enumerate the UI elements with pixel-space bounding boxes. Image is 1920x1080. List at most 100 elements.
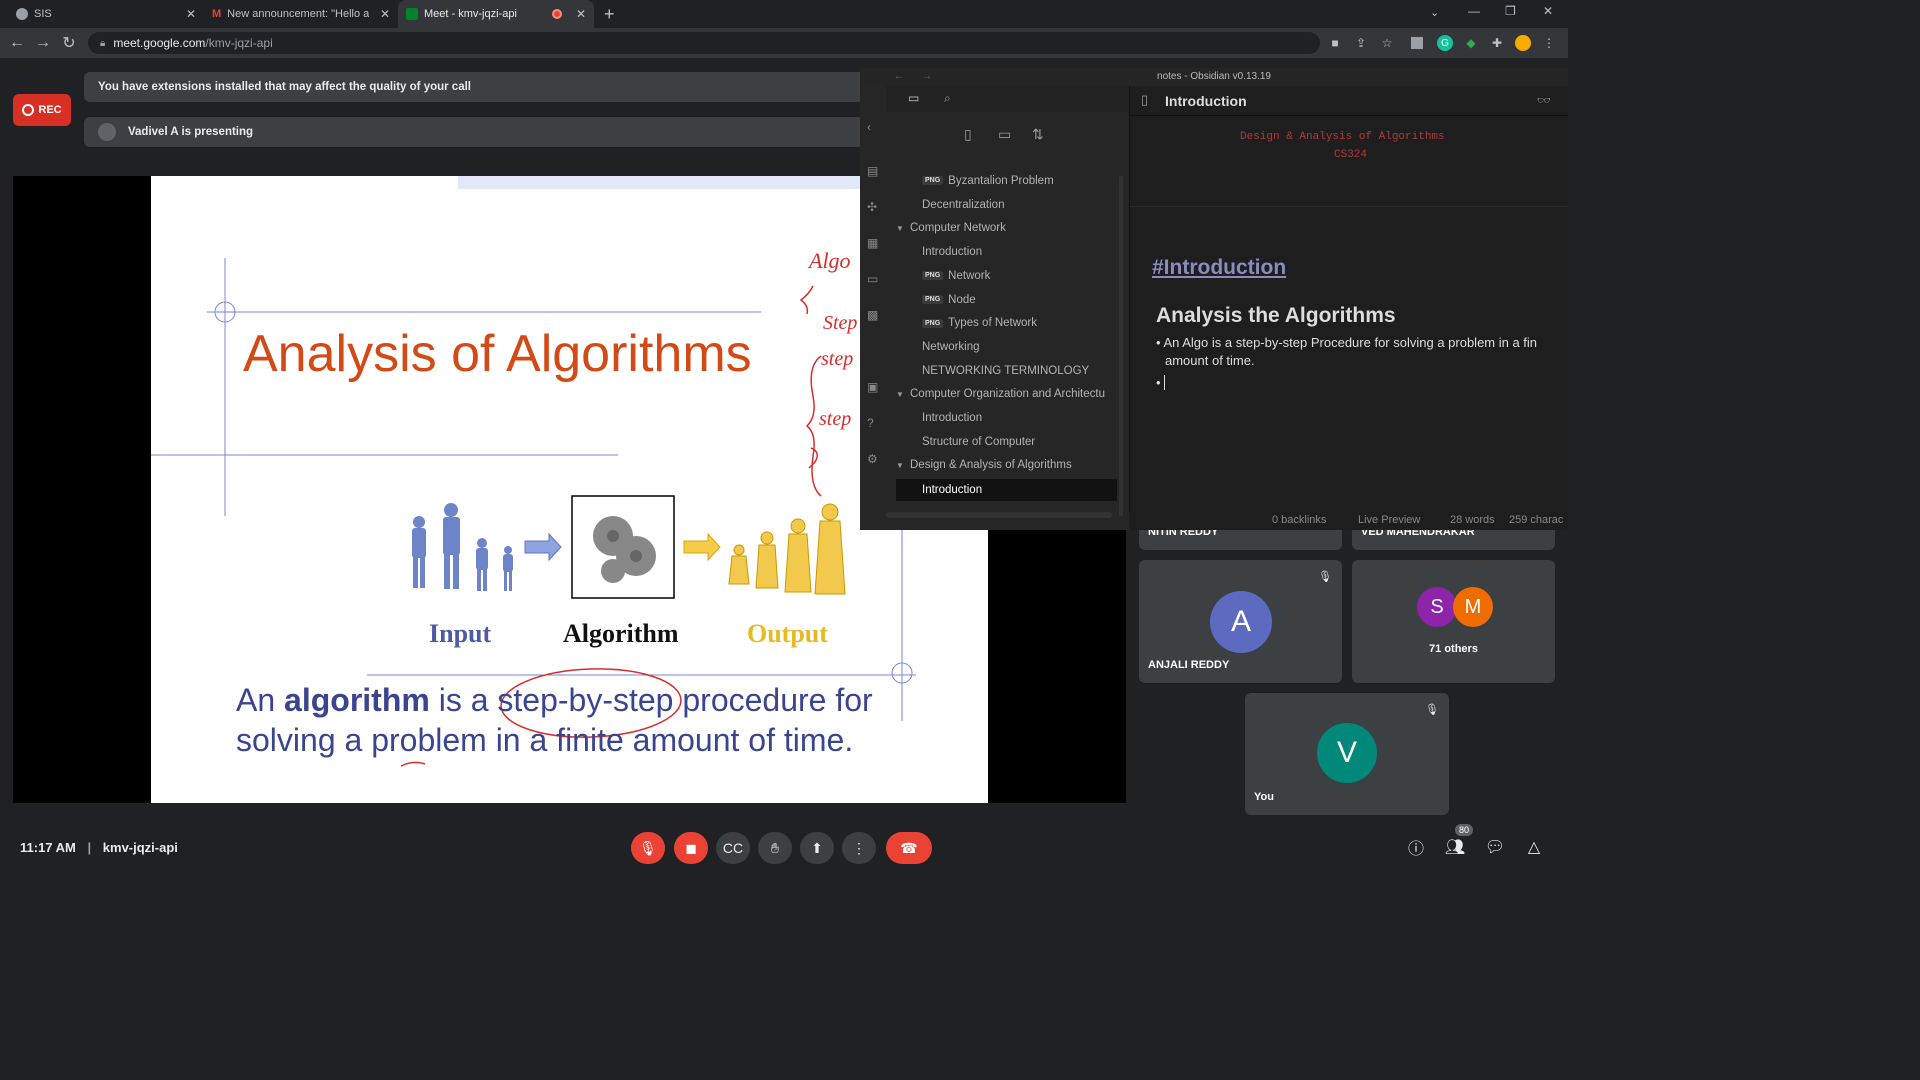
settings-icon[interactable]: ⚙ [867, 452, 878, 466]
others-tile[interactable]: S M 71 others [1352, 560, 1555, 683]
forward-icon[interactable]: → [922, 68, 932, 86]
collapse-icon[interactable]: ‹ [867, 120, 871, 134]
rec-dot-icon [22, 104, 35, 116]
tag-heading[interactable]: #Introduction [1152, 256, 1286, 280]
tab-sis[interactable]: SIS ✕ [8, 0, 204, 28]
captions-button[interactable]: CC [716, 832, 750, 864]
camera-icon[interactable]: ■ [1327, 35, 1343, 51]
tree-folder[interactable]: ▼ Computer Organization and Architectu [896, 388, 1105, 400]
info-icon[interactable]: ⓘ [1405, 836, 1427, 858]
share-icon[interactable]: ⇪ [1353, 35, 1369, 51]
search-icon[interactable]: ⌕ [944, 91, 951, 106]
bookmark-star-icon[interactable]: ☆ [1379, 35, 1395, 51]
address-bar-row: ← → ↻ 🔒︎ meet.google.com/kmv-jqzi-api ■ … [0, 28, 1568, 58]
avatar: M [1453, 587, 1493, 627]
caret-down-icon[interactable]: ▼ [896, 461, 910, 470]
tree-file[interactable]: Introduction [896, 479, 1117, 502]
vault-icon[interactable]: ▣ [867, 380, 878, 394]
forward-icon[interactable]: → [30, 34, 56, 52]
reading-view-icon[interactable]: 👓︎ [1537, 94, 1551, 107]
tree-label: Structure of Computer [922, 435, 1036, 448]
activities-icon[interactable]: △ [1523, 836, 1545, 858]
restore-icon[interactable]: ❐ [1505, 4, 1516, 18]
new-note-icon[interactable]: ▯ [964, 126, 972, 143]
url-field[interactable]: 🔒︎ meet.google.com/kmv-jqzi-api [88, 32, 1320, 54]
menu-kebab-icon[interactable]: ⋮ [1541, 35, 1557, 51]
people-icon[interactable]: 👥︎ [1444, 836, 1466, 858]
tree-label: Types of Network [948, 317, 1038, 330]
rec-label: REC [38, 104, 62, 116]
divider [1130, 206, 1568, 207]
mic-toggle-button[interactable]: 🎙︎ [631, 832, 665, 864]
chat-icon[interactable]: 💬︎ [1484, 836, 1506, 858]
file-explorer: ▭ ⌕ ▯ ▭ ⇅ PNG Byzantalion Problem Decentra… [886, 86, 1129, 530]
tree-file[interactable]: Introduction [922, 246, 982, 258]
tree-file[interactable]: PNG Node [922, 294, 976, 306]
tree-label: Computer Organization and Architectu [910, 388, 1105, 401]
tree-file[interactable]: Structure of Computer [922, 436, 1035, 448]
open-switcher-icon[interactable]: ▤ [867, 164, 878, 178]
caret-down-icon[interactable]: ▼ [896, 224, 910, 233]
close-window-icon[interactable]: ✕ [1543, 4, 1553, 18]
close-tab-icon[interactable]: ✕ [186, 7, 196, 21]
camera-toggle-button[interactable]: ◼ [674, 832, 708, 864]
caret-down-icon[interactable]: ▼ [896, 390, 910, 399]
tree-file[interactable]: PNG Byzantalion Problem [922, 175, 1054, 187]
editor-mode[interactable]: Live Preview [1358, 514, 1420, 526]
extension-icon[interactable] [1411, 37, 1423, 49]
new-tab-icon[interactable]: + [604, 4, 615, 25]
tree-file[interactable]: Introduction [922, 412, 982, 424]
png-badge: PNG [922, 271, 944, 281]
tree-label: Network [948, 269, 991, 282]
close-tab-icon[interactable]: ✕ [576, 7, 586, 21]
slide-algorithm-label: Algorithm [563, 619, 679, 648]
present-button[interactable]: ⬆ [800, 832, 834, 864]
tree-folder[interactable]: ▼ Computer Network [896, 222, 1006, 234]
handwriting-step: step [821, 348, 854, 370]
tree-file[interactable]: Decentralization [922, 199, 1004, 211]
tab-meet[interactable]: Meet - kmv-jqzi-api ✕ [398, 0, 594, 28]
profile-avatar[interactable] [1515, 35, 1531, 51]
close-tab-icon[interactable]: ✕ [380, 7, 390, 21]
help-icon[interactable]: ? [867, 416, 874, 430]
templates-icon[interactable]: ▦ [867, 236, 878, 250]
extension-icon[interactable]: ◆ [1463, 35, 1479, 51]
grammarly-icon[interactable]: G [1437, 35, 1453, 51]
tree-folder[interactable]: ▼ Design & Analysis of Algorithms [896, 459, 1072, 471]
tree-file[interactable]: PNG Network [922, 270, 990, 282]
tree-file[interactable]: NETWORKING TERMINOLOGY [922, 365, 1089, 377]
png-badge: PNG [922, 318, 944, 328]
slides-icon[interactable]: ▭ [867, 272, 878, 286]
graph-view-icon[interactable]: ✣ [867, 200, 877, 214]
more-options-button[interactable]: ⋮ [842, 832, 876, 864]
tab-label: Meet - kmv-jqzi-api [424, 8, 517, 20]
obsidian-ribbon: ‹ ▤ ✣ ▦ ▭ ▩ ▣ ? ⚙ [860, 86, 886, 530]
others-count: 71 others [1429, 643, 1478, 655]
h-scrollbar[interactable] [886, 512, 1112, 518]
obsidian-statusbar: 0 backlinks Live Preview 28 words 259 ch… [1129, 512, 1568, 530]
leave-call-button[interactable]: ☎︎ [886, 832, 932, 864]
bullet-empty[interactable]: • [1156, 375, 1165, 390]
scrollbar[interactable] [1119, 176, 1123, 516]
folder-icon[interactable]: ▭ [908, 91, 919, 105]
bullet-text: An Algo is a step-by-step Procedure for … [1163, 335, 1538, 350]
raise-hand-button[interactable]: ✋︎ [758, 832, 792, 864]
back-icon[interactable]: ← [4, 34, 30, 52]
new-folder-icon[interactable]: ▭ [998, 126, 1011, 143]
note-title: Introduction [1165, 93, 1247, 109]
backlinks-count[interactable]: 0 backlinks [1272, 514, 1326, 526]
tab-gmail[interactable]: M New announcement: "Hello all Th ✕ [204, 0, 398, 28]
tree-file[interactable]: Networking [922, 341, 980, 353]
tab-search-icon[interactable]: ⌄ [1430, 6, 1439, 19]
puzzle-icon[interactable]: ✚ [1489, 35, 1505, 51]
def-text: is a [429, 682, 498, 718]
globe-icon [16, 8, 28, 20]
participant-tile[interactable]: A 🎙︎ ANJALI REDDY [1139, 560, 1342, 683]
sort-icon[interactable]: ⇅ [1032, 126, 1044, 143]
tree-file[interactable]: PNG Types of Network [922, 317, 1037, 329]
calendar-icon[interactable]: ▩ [867, 308, 878, 322]
self-tile[interactable]: V 🎙︎ You [1245, 693, 1449, 815]
back-icon[interactable]: ← [894, 68, 904, 86]
minimize-icon[interactable]: — [1468, 4, 1480, 18]
reload-icon[interactable]: ↻ [56, 33, 82, 53]
